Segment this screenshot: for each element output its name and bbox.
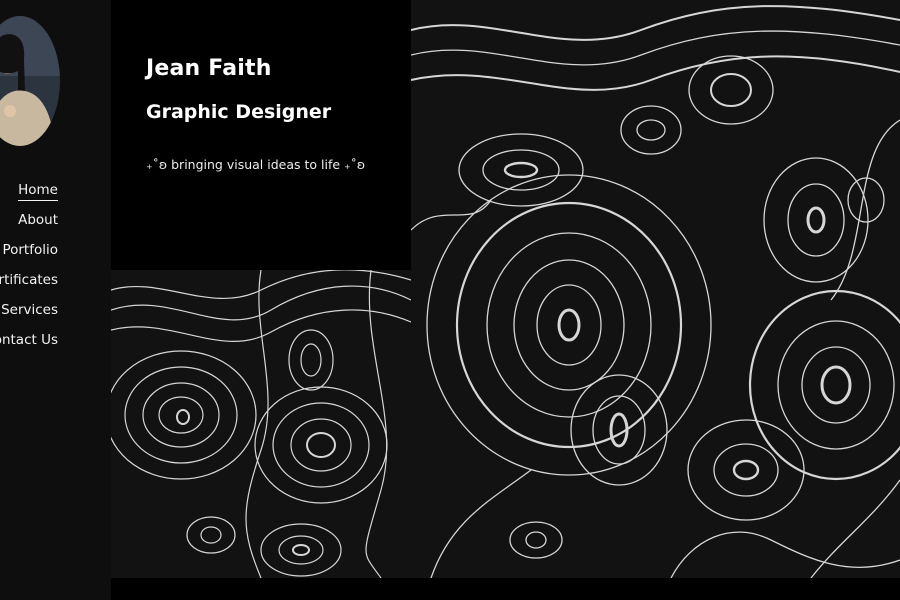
nav-item-about[interactable]: About xyxy=(0,205,58,235)
profile-name: Jean Faith xyxy=(146,56,272,81)
nav-item-label: Contact Us xyxy=(0,332,58,348)
topographic-pattern-small xyxy=(111,270,411,578)
nav-item-services[interactable]: Services xyxy=(0,295,58,325)
profile-role: Graphic Designer xyxy=(146,101,332,123)
nav-item-label: Home xyxy=(18,182,58,201)
hero-panel: Jean Faith Graphic Designer ₊˚ʚ bringing… xyxy=(111,0,411,270)
nav-item-contact-us[interactable]: Contact Us xyxy=(0,325,58,355)
profile-tagline: ₊˚ʚ bringing visual ideas to life ₊˚ʚ xyxy=(146,157,366,172)
nav-item-label: About xyxy=(18,212,58,228)
nav-item-certificates[interactable]: Certificates xyxy=(0,265,58,295)
nav-item-home[interactable]: Home xyxy=(0,175,58,205)
topographic-pattern-large xyxy=(411,0,900,578)
nav-item-label: Portfolio xyxy=(2,242,58,258)
nav-item-portfolio[interactable]: Portfolio xyxy=(0,235,58,265)
nav-item-label: Services xyxy=(1,302,58,318)
avatar xyxy=(0,16,60,146)
sidebar: Home About Portfolio Certificates Servic… xyxy=(0,0,111,600)
bottom-bar xyxy=(111,578,900,600)
nav-item-label: Certificates xyxy=(0,272,58,288)
main-nav: Home About Portfolio Certificates Servic… xyxy=(0,175,58,355)
